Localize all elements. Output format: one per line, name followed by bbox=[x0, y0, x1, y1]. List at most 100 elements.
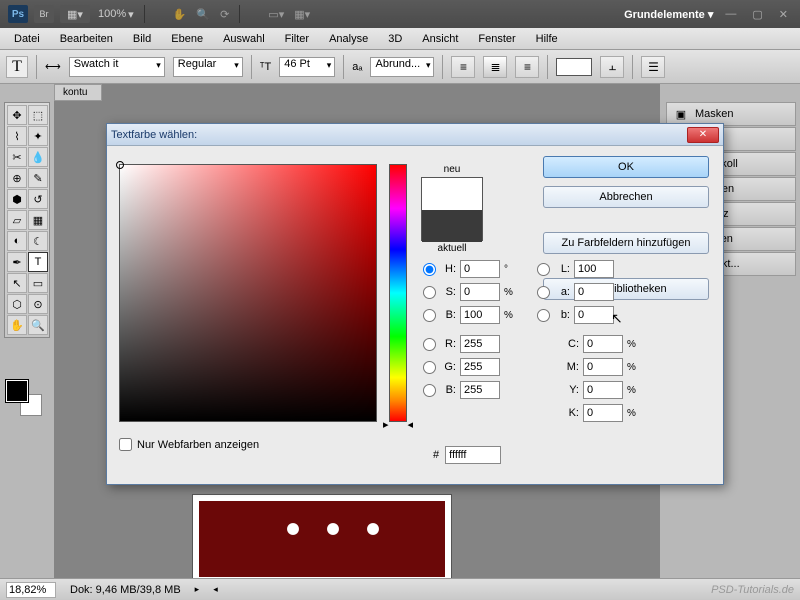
doc-info: Dok: 9,46 MB/39,8 MB bbox=[70, 584, 181, 596]
hue-pointer-left-icon: ▸ bbox=[383, 418, 389, 431]
hex-input[interactable] bbox=[445, 446, 501, 464]
h-input[interactable] bbox=[460, 260, 500, 278]
font-style-combo[interactable]: Regular bbox=[173, 57, 243, 77]
masks-icon: ▣ bbox=[673, 108, 689, 121]
b-rgb-input[interactable] bbox=[460, 381, 500, 399]
menu-filter[interactable]: Filter bbox=[277, 31, 317, 47]
status-bar: 18,82% Dok: 9,46 MB/39,8 MB ▸ ◂ PSD-Tuto… bbox=[0, 578, 800, 600]
antialias-combo[interactable]: Abrund... bbox=[370, 57, 434, 77]
character-panel-button[interactable]: ☰ bbox=[641, 56, 665, 78]
move-tool[interactable]: ✥ bbox=[7, 105, 27, 125]
font-family-combo[interactable]: Swatch it bbox=[69, 57, 165, 77]
menu-auswahl[interactable]: Auswahl bbox=[215, 31, 273, 47]
shape-tool[interactable]: ▭ bbox=[28, 273, 48, 293]
b-lab-radio[interactable] bbox=[537, 309, 550, 322]
add-swatch-button[interactable]: Zu Farbfeldern hinzufügen bbox=[543, 232, 709, 254]
heal-tool[interactable]: ⊕ bbox=[7, 168, 27, 188]
dialog-close-button[interactable]: ✕ bbox=[687, 127, 719, 143]
font-size-combo[interactable]: 46 Pt bbox=[279, 57, 335, 77]
arrange-icon[interactable]: ▦▾ bbox=[294, 8, 310, 21]
menu-datei[interactable]: Datei bbox=[6, 31, 48, 47]
menu-bearbeiten[interactable]: Bearbeiten bbox=[52, 31, 121, 47]
menu-bild[interactable]: Bild bbox=[125, 31, 159, 47]
dodge-tool[interactable]: ☾ bbox=[28, 231, 48, 251]
zoom-tool[interactable]: 🔍 bbox=[28, 315, 48, 335]
k-input[interactable] bbox=[583, 404, 623, 422]
path-tool[interactable]: ↖ bbox=[7, 273, 27, 293]
b-hsb-input[interactable] bbox=[460, 306, 500, 324]
dialog-titlebar[interactable]: Textfarbe wählen: ✕ bbox=[107, 124, 723, 146]
b-rgb-radio[interactable] bbox=[423, 384, 436, 397]
foreground-color[interactable] bbox=[6, 380, 28, 402]
menu-hilfe[interactable]: Hilfe bbox=[528, 31, 566, 47]
color-preview: neu aktuell bbox=[421, 164, 483, 254]
gradient-tool[interactable]: ▦ bbox=[28, 210, 48, 230]
menu-fenster[interactable]: Fenster bbox=[470, 31, 523, 47]
wand-tool[interactable]: ✦ bbox=[28, 126, 48, 146]
hand-tool[interactable]: ✋ bbox=[7, 315, 27, 335]
document-tab[interactable]: kontu bbox=[54, 84, 102, 101]
align-left-button[interactable]: ≡ bbox=[451, 56, 475, 78]
rotate-icon[interactable]: ⟳ bbox=[220, 8, 229, 21]
eyedropper-tool[interactable]: 💧 bbox=[28, 147, 48, 167]
align-right-button[interactable]: ≡ bbox=[515, 56, 539, 78]
c-input[interactable] bbox=[583, 335, 623, 353]
zoom-dropdown-icon[interactable]: ▾ bbox=[128, 8, 134, 21]
saturation-value-picker[interactable] bbox=[119, 164, 377, 422]
text-color-swatch[interactable] bbox=[556, 58, 592, 76]
color-value-inputs: H:° L: S:% a: B:% b: R: C:% G: M:% B: bbox=[421, 260, 709, 427]
hue-pointer-right-icon: ◂ bbox=[407, 418, 413, 431]
workspace-switcher[interactable]: Grundelemente ▾ bbox=[624, 8, 713, 21]
minimize-button[interactable]: — bbox=[721, 8, 740, 20]
y-input[interactable] bbox=[583, 381, 623, 399]
crop-tool[interactable]: ✂ bbox=[7, 147, 27, 167]
brush-tool[interactable]: ✎ bbox=[28, 168, 48, 188]
l-input[interactable] bbox=[574, 260, 614, 278]
b-lab-input[interactable] bbox=[574, 306, 614, 324]
h-radio[interactable] bbox=[423, 263, 436, 276]
g-input[interactable] bbox=[460, 358, 500, 376]
m-input[interactable] bbox=[583, 358, 623, 376]
maximize-button[interactable]: ▢ bbox=[748, 8, 766, 21]
hand-icon[interactable]: ✋ bbox=[173, 8, 187, 21]
web-safe-checkbox[interactable] bbox=[119, 438, 132, 451]
zoom-icon[interactable]: 🔍 bbox=[196, 8, 210, 21]
menu-ansicht[interactable]: Ansicht bbox=[414, 31, 466, 47]
s-radio[interactable] bbox=[423, 286, 436, 299]
current-color-swatch[interactable] bbox=[422, 210, 482, 242]
cancel-button[interactable]: Abbrechen bbox=[543, 186, 709, 208]
layout-dropdown[interactable]: ▦▾ bbox=[60, 5, 90, 23]
menu-analyse[interactable]: Analyse bbox=[321, 31, 376, 47]
a-radio[interactable] bbox=[537, 286, 550, 299]
screen-mode-icon[interactable]: ▭▾ bbox=[268, 8, 284, 21]
align-center-button[interactable]: ≣ bbox=[483, 56, 507, 78]
menu-ebene[interactable]: Ebene bbox=[163, 31, 211, 47]
blur-tool[interactable]: ◐ bbox=[7, 231, 27, 251]
hue-slider[interactable] bbox=[389, 164, 407, 422]
marquee-tool[interactable]: ⬚ bbox=[28, 105, 48, 125]
warp-text-button[interactable]: ⫠ bbox=[600, 56, 624, 78]
b-radio[interactable] bbox=[423, 309, 436, 322]
type-tool[interactable]: T bbox=[28, 252, 48, 272]
close-button[interactable]: ✕ bbox=[775, 8, 792, 21]
orientation-icon[interactable]: ⟷ bbox=[45, 60, 61, 73]
color-swatches[interactable] bbox=[6, 380, 42, 416]
3d-tool[interactable]: ⬡ bbox=[7, 294, 27, 314]
history-brush-tool[interactable]: ↺ bbox=[28, 189, 48, 209]
pen-tool[interactable]: ✒ bbox=[7, 252, 27, 272]
g-radio[interactable] bbox=[423, 361, 436, 374]
color-picker-dialog: Textfarbe wählen: ✕ ▸ ◂ neu aktuell OK Ab… bbox=[106, 123, 724, 485]
eraser-tool[interactable]: ▱ bbox=[7, 210, 27, 230]
stamp-tool[interactable]: ⬢ bbox=[7, 189, 27, 209]
l-radio[interactable] bbox=[537, 263, 550, 276]
bridge-button[interactable]: Br bbox=[34, 5, 54, 23]
r-input[interactable] bbox=[460, 335, 500, 353]
r-radio[interactable] bbox=[423, 338, 436, 351]
zoom-field[interactable]: 18,82% bbox=[6, 582, 56, 598]
a-input[interactable] bbox=[574, 283, 614, 301]
lasso-tool[interactable]: ⌇ bbox=[7, 126, 27, 146]
menu-3d[interactable]: 3D bbox=[380, 31, 410, 47]
s-input[interactable] bbox=[460, 283, 500, 301]
camera-tool[interactable]: ⊙ bbox=[28, 294, 48, 314]
ok-button[interactable]: OK bbox=[543, 156, 709, 178]
